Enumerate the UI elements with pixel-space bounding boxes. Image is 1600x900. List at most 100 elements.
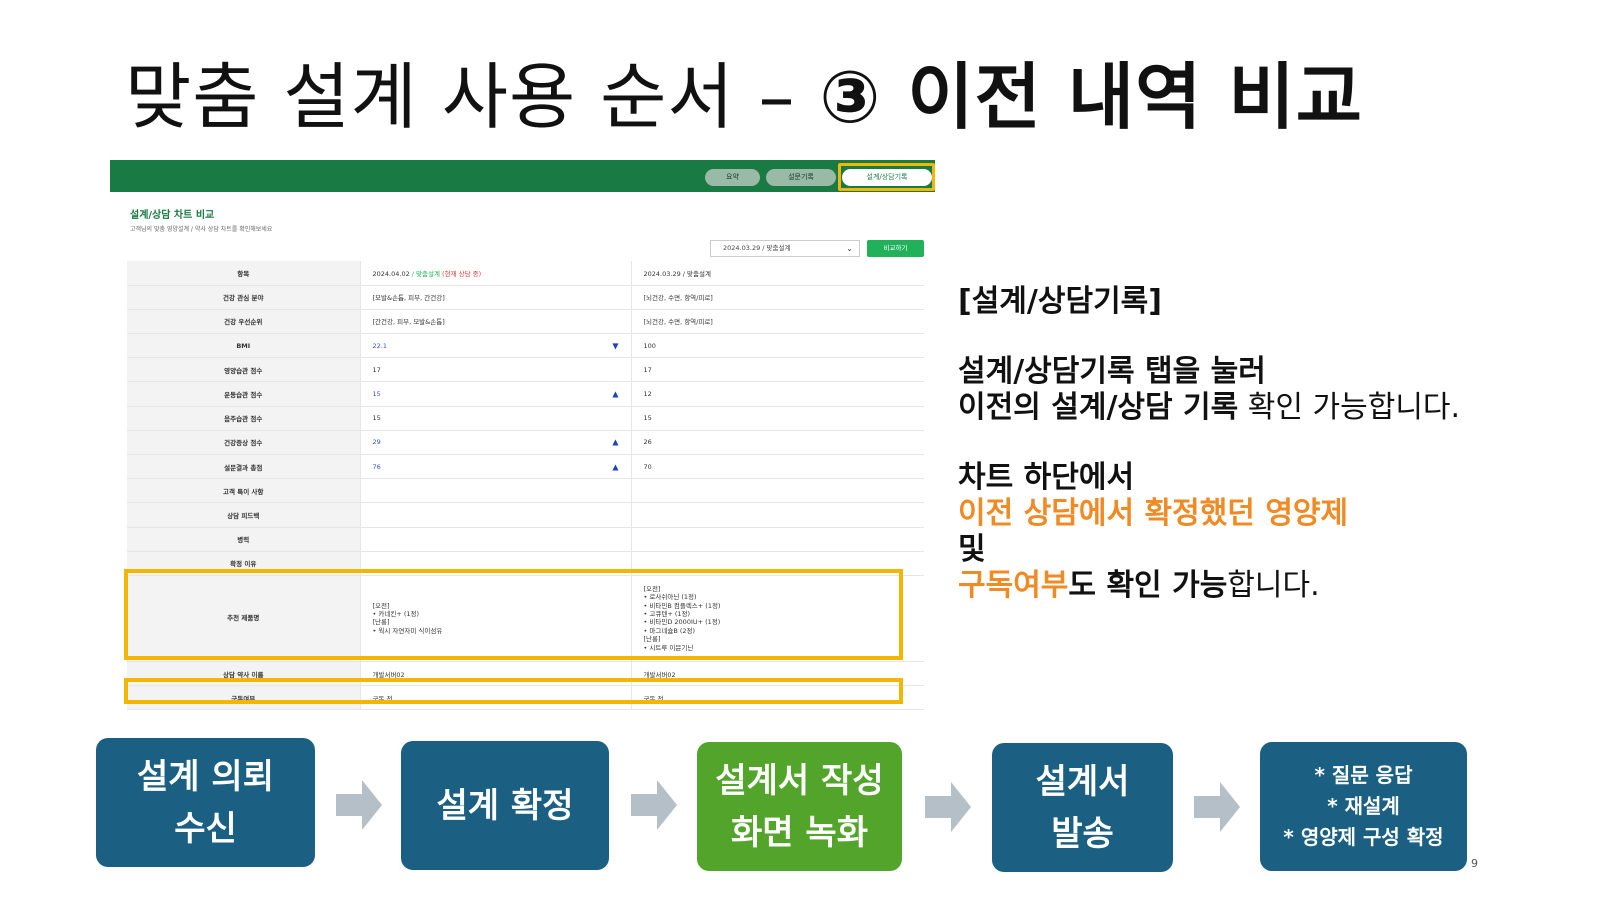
table-row: 건강증상 점수 29 ▲ 26 <box>127 430 924 456</box>
row-current-value <box>360 551 632 576</box>
explanation-p2-line2: 이전 상담에서 확정했던 영양제 <box>958 496 1349 531</box>
row-previous-value <box>631 478 924 504</box>
table-row-subscription: 구독여부 구독 전 구독 전 <box>127 685 924 711</box>
flow-step-design-request: 설계 의뢰 수신 <box>96 738 315 867</box>
flow-step5-line2: * 재설계 <box>1327 794 1400 818</box>
screenshot-panel: 요약 설문기록 설계/상담기록 설계/상담 차트 비교 고객님의 맞춤 영양설계… <box>110 160 935 725</box>
row-current-value <box>360 527 632 552</box>
row-current-value: 구독 전 <box>360 685 632 711</box>
row-previous-value <box>631 551 924 576</box>
row-label: 구독여부 <box>127 685 361 711</box>
flow-step-followup: * 질문 응답 * 재설계 * 영양제 구성 확정 <box>1260 742 1467 871</box>
row-label: 설문결과 총점 <box>127 454 361 480</box>
explanation-p1-bold: 이전의 설계/상담 기록 <box>958 390 1239 425</box>
compare-button[interactable]: 비교하기 <box>867 240 924 257</box>
header-current-type: / 맞춤설계 <box>409 269 440 278</box>
row-previous-value: [오전] • 로사쉬아닌 (1정) • 비타민B 컴플렉스+ (1정) • 고큐… <box>631 575 924 662</box>
row-current-value <box>360 478 632 504</box>
flow-step-send: 설계서 발송 <box>992 743 1173 872</box>
row-previous-value: 구독 전 <box>631 685 924 711</box>
row-label: 음주습관 점수 <box>127 406 361 431</box>
row-label: 상담 피드백 <box>127 502 361 528</box>
row-label: 건강 관심 분야 <box>127 285 361 310</box>
triangle-up-icon: ▲ <box>612 437 619 447</box>
row-current-value: [모발&손톱, 피부, 간건강] <box>360 285 632 310</box>
row-current-value: 29 ▲ <box>360 430 632 456</box>
explanation-text: [설계/상담기록] 설계/상담기록 탭을 눌러 이전의 설계/상담 기록 확인 … <box>958 284 1460 604</box>
triangle-down-icon: ▼ <box>612 341 619 351</box>
row-previous-value: 15 <box>631 406 924 431</box>
date-select-dropdown[interactable]: 2024.03.29 / 맞춤설계 ⌄ <box>710 240 860 257</box>
tab-design-consult-records[interactable]: 설계/상담기록 <box>842 169 932 186</box>
page-number: 9 <box>1471 857 1478 870</box>
row-current-value: 15 <box>360 406 632 431</box>
chart-compare-heading: 설계/상담 차트 비교 <box>130 210 215 221</box>
row-previous-value: [뇌건강, 수면, 항역/피로] <box>631 285 924 310</box>
app-header-bar: 요약 설문기록 설계/상담기록 <box>110 160 935 192</box>
slide-title-prefix: 맞춤 설계 사용 순서 – <box>125 55 820 139</box>
table-row: 건강 관심 분야 [모발&손톱, 피부, 간건강] [뇌건강, 수면, 항역/피로] <box>127 285 924 310</box>
tab-survey-records[interactable]: 설문기록 <box>766 169 836 186</box>
row-label: 영양습관 점수 <box>127 357 361 383</box>
explanation-p2-line4: 구독여부도 확인 가능합니다. <box>958 568 1460 604</box>
explanation-p2-orange: 구독여부 <box>958 568 1069 603</box>
explanation-p2-bold: 도 확인 가능 <box>1068 568 1228 603</box>
table-row: 건강 우선순위 [간건강, 피부, 모발&손톱] [뇌건강, 수면, 항역/피로] <box>127 309 924 335</box>
flow-step1-line2: 수신 <box>174 808 237 849</box>
flow-step2-label: 설계 확정 <box>436 785 574 826</box>
row-label: 고객 특이 사항 <box>127 478 361 504</box>
row-label: 추천 제품명 <box>127 575 361 662</box>
flow-step5-line3: * 영양제 구성 확정 <box>1283 825 1444 849</box>
table-row: 확정 이유 <box>127 551 924 576</box>
header-current-date: 2024.04.02 <box>372 269 410 278</box>
row-current-value <box>360 502 632 528</box>
explanation-p1-line2: 이전의 설계/상담 기록 확인 가능합니다. <box>958 390 1460 426</box>
row-label: 운동습관 점수 <box>127 381 361 407</box>
flow-arrow-icon <box>925 782 971 832</box>
flow-step4-line1: 설계서 <box>1035 761 1130 802</box>
table-row-pharmacist: 상담 약사 이름 개발서버02 개발서버02 <box>127 661 924 687</box>
row-current-value: 22.1 ▼ <box>360 333 632 359</box>
flow-step4-line2: 발송 <box>1051 813 1114 854</box>
header-previous: 2024.03.29 / 맞춤설계 <box>631 261 924 286</box>
header-current-status: (현재 상담 중) <box>439 269 482 278</box>
explanation-heading: [설계/상담기록] <box>958 284 1162 319</box>
flow-step3-line1: 설계서 작성 <box>715 760 884 801</box>
flow-arrow-icon <box>631 780 677 830</box>
explanation-p1-line1: 설계/상담기록 탭을 눌러 <box>958 354 1266 389</box>
row-label: 확정 이유 <box>127 551 361 576</box>
header-current: 2024.04.02 / 맞춤설계 (현재 상담 중) <box>360 261 632 286</box>
table-row: 상담 피드백 <box>127 502 924 528</box>
chevron-down-icon: ⌄ <box>846 244 853 253</box>
row-current-value: [간건강, 피부, 모발&손톱] <box>360 309 632 335</box>
row-label: 건강증상 점수 <box>127 430 361 456</box>
row-current-value: 개발서버02 <box>360 661 632 687</box>
row-current-value: [오전] • 카네킨+ (1정) [난롱] • 웍시 자연자미 식이섬유 <box>360 575 632 662</box>
triangle-up-icon: ▲ <box>612 462 619 472</box>
header-label: 항목 <box>127 261 361 286</box>
row-label: 상담 약사 이름 <box>127 661 361 687</box>
row-previous-value: 개발서버02 <box>631 661 924 687</box>
row-label: BMI <box>127 333 361 359</box>
flow-step5-line1: * 질문 응답 <box>1314 763 1413 787</box>
row-previous-value: 100 <box>631 333 924 359</box>
table-row: 운동습관 점수 15 ▲ 12 <box>127 381 924 407</box>
comparison-table: 항목 2024.04.02 / 맞춤설계 (현재 상담 중) 2024.03.2… <box>127 261 924 711</box>
tab-summary[interactable]: 요약 <box>705 169 760 186</box>
flow-arrow-icon <box>1194 782 1240 832</box>
row-label: 병력 <box>127 527 361 552</box>
row-label: 건강 우선순위 <box>127 309 361 335</box>
row-current-value: 17 <box>360 357 632 383</box>
table-row: BMI 22.1 ▼ 100 <box>127 333 924 359</box>
table-row-recommended: 추천 제품명 [오전] • 카네킨+ (1정) [난롱] • 웍시 자연자미 식이… <box>127 575 924 662</box>
triangle-up-icon: ▲ <box>612 389 619 399</box>
explanation-p1-rest: 확인 가능합니다. <box>1238 390 1461 425</box>
table-row: 병력 <box>127 527 924 552</box>
flow-step-write-record: 설계서 작성 화면 녹화 <box>697 742 902 871</box>
table-row: 설문결과 총점 76 ▲ 70 <box>127 454 924 480</box>
flow-arrow-icon <box>336 780 382 830</box>
flow-step-design-confirm: 설계 확정 <box>401 741 609 870</box>
explanation-p2-line3: 및 <box>958 532 986 567</box>
row-previous-value: 70 <box>631 454 924 480</box>
table-row: 음주습관 점수 15 15 <box>127 406 924 431</box>
